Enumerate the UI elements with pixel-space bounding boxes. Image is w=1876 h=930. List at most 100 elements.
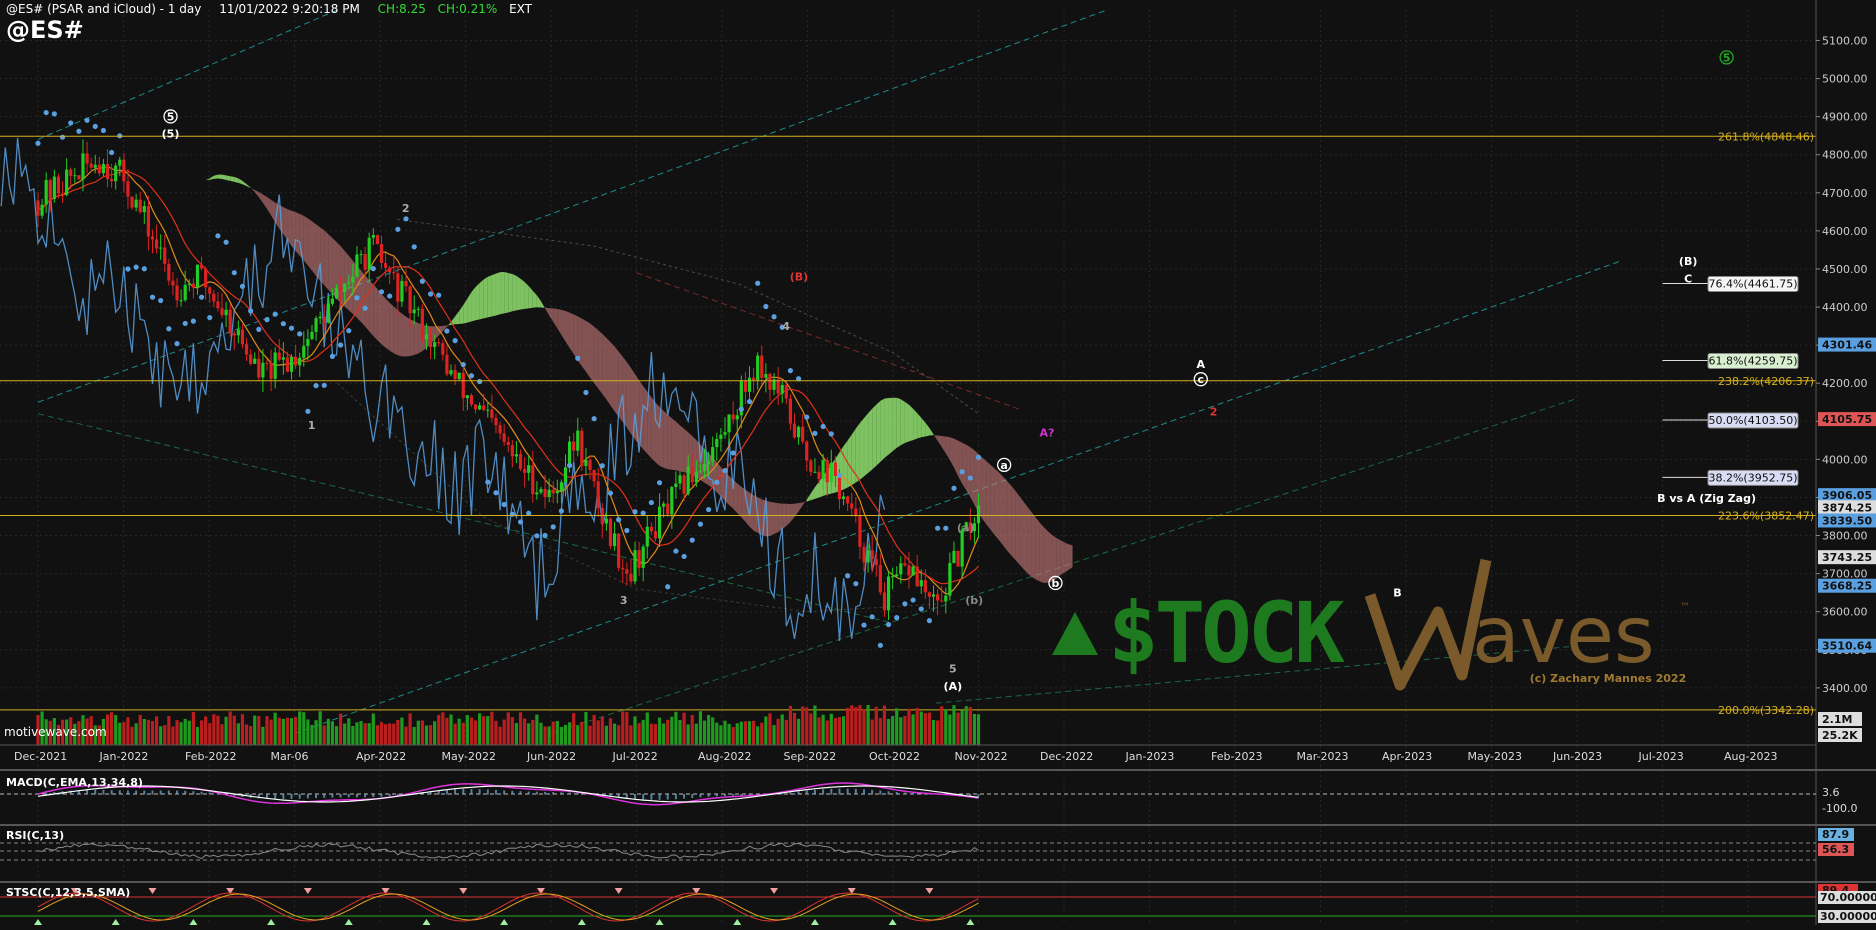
volume-bar (453, 723, 457, 745)
candle-body (428, 334, 433, 347)
macd-hist-bar (822, 789, 825, 795)
candle-body (77, 175, 81, 180)
volume-bar (494, 720, 498, 745)
wave-label: 5 (1723, 51, 1731, 64)
candle-body (576, 430, 580, 451)
time-label: Jun-2022 (526, 750, 576, 763)
psar-dot (378, 289, 385, 295)
psar-dot (436, 292, 442, 298)
macd-hist-bar (838, 788, 841, 795)
wave-label: (5) (162, 128, 180, 141)
header-session: EXT (509, 2, 532, 16)
macd-hist-bar (650, 794, 653, 800)
candle-body (923, 580, 927, 593)
volume-bar (555, 720, 559, 745)
candle-body (657, 506, 662, 539)
candle-body (146, 206, 151, 237)
macd-hist-bar (462, 788, 465, 795)
candle-body (167, 263, 171, 281)
candle-body (195, 264, 200, 288)
volume-bar (567, 722, 572, 745)
cloud-segment (884, 397, 889, 459)
candle-body (347, 282, 351, 284)
candle-body (261, 362, 265, 378)
macd-hist-bar (208, 792, 211, 795)
volume-bar (846, 707, 850, 745)
cloud-segment (1056, 537, 1061, 579)
candle-body (944, 595, 948, 602)
volume-bar (809, 713, 813, 745)
volume-bar (523, 718, 527, 745)
volume-bar (772, 725, 776, 745)
candle-body (592, 469, 596, 482)
volume-bar (298, 711, 302, 745)
candle-body (265, 362, 269, 364)
candle-body (134, 199, 138, 208)
price-chart[interactable]: 261.8%(4848.46) 238.2%(4206.37) 223.6%(385… (0, 0, 1876, 930)
candle-body (960, 529, 964, 567)
volume-bar (277, 717, 281, 745)
candle-body (629, 573, 633, 582)
volume-bar (817, 717, 821, 745)
candle-body (792, 423, 797, 438)
cloud-segment (1019, 496, 1024, 570)
candle-body (257, 358, 261, 378)
volume-bar (972, 713, 977, 745)
candle-body (65, 169, 69, 196)
macd-hist-bar (86, 789, 89, 795)
volume-bar (788, 705, 792, 745)
wave-label: 5 (167, 110, 175, 123)
candle-body (690, 466, 694, 483)
volume-bar (535, 714, 539, 745)
price-tick-label: 4400.00 (1822, 301, 1868, 314)
macd-hist-bar (380, 794, 383, 797)
volume-bar (167, 716, 171, 745)
volume-bar (931, 720, 936, 745)
wave-label: c (1198, 373, 1205, 386)
fib-label: 50.0%(4103.50) (1708, 414, 1797, 427)
candle-body (821, 460, 825, 480)
cloud-segment (377, 288, 382, 345)
cloud-segment (1052, 534, 1057, 582)
candle-body (367, 237, 371, 270)
cloud-segment (365, 275, 370, 332)
macd-hist-bar (364, 794, 367, 798)
macd-panel-title: MACD(C,EMA,13,34,8) (6, 776, 143, 789)
psar-dot (395, 226, 401, 232)
psar-dot (526, 510, 532, 516)
volume-bar (559, 726, 564, 745)
volume-bar (608, 718, 613, 745)
volume-bar (662, 723, 666, 745)
candle-body (527, 465, 531, 473)
psar-dot (697, 521, 704, 527)
candle-body (355, 254, 359, 277)
volume-bar (551, 721, 555, 745)
volume-bar (588, 725, 592, 745)
candle-body (735, 415, 739, 420)
volume-bar (723, 720, 727, 745)
volume-bar (694, 723, 698, 745)
psar-dot (632, 509, 638, 515)
volume-bar (621, 711, 625, 745)
psar-dot (297, 331, 303, 337)
candle-body (228, 309, 232, 334)
wave-label: (b) (965, 594, 983, 607)
logo-text-stock: $TOCK (1108, 584, 1345, 682)
psar-dot (853, 581, 859, 587)
psar-dot (959, 469, 965, 475)
volume-bar (780, 714, 784, 745)
macd-hist-bar (576, 793, 579, 795)
price-marker-label: 3743.25 (1822, 551, 1872, 564)
volume-bar (383, 724, 388, 745)
symbol-title: @ES# (6, 16, 84, 44)
macd-hist-bar (282, 794, 285, 800)
volume-bar (310, 724, 314, 745)
psar-dot (354, 295, 360, 301)
volume-bar (392, 723, 396, 745)
psar-dot (460, 361, 466, 368)
candle-body (604, 518, 608, 524)
price-marker-label: 4301.46 (1822, 339, 1872, 352)
wave-label: (B) (790, 270, 808, 283)
psar-dot (787, 368, 794, 374)
candle-body (833, 462, 837, 476)
